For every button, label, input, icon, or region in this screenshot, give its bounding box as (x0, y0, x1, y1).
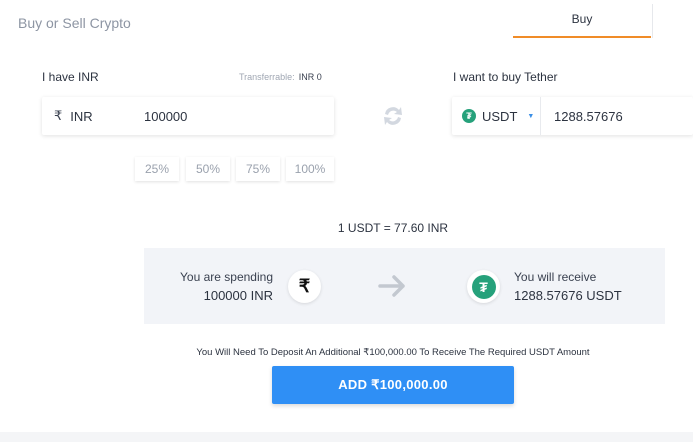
inr-currency-label: INR (70, 108, 93, 124)
spend-value: 100000 INR (203, 288, 273, 303)
percent-100-button[interactable]: 100% (286, 157, 334, 181)
rupee-icon: ₹ (54, 108, 63, 123)
percent-50-button[interactable]: 50% (186, 157, 230, 181)
order-summary: You are spending 100000 INR ₹ ₮ You will… (144, 248, 665, 324)
deposit-notice: You Will Need To Deposit An Additional ₹… (196, 347, 590, 358)
tether-icon: ₮ (462, 109, 476, 123)
buy-sell-card: Buy or Sell Crypto Buy I have INR Transf… (0, 0, 693, 432)
field-divider (540, 97, 541, 135)
tab-buy[interactable]: Buy (513, 4, 651, 38)
rupee-coin-icon: ₹ (288, 270, 321, 303)
arrow-right-icon (378, 275, 405, 297)
transferrable-info: Transferrable: INR 0 (239, 72, 322, 82)
percent-25-button[interactable]: 25% (135, 157, 179, 181)
tab-bar: Buy (513, 4, 693, 38)
inr-amount-field: ₹ INR (42, 97, 334, 135)
inr-amount-input[interactable] (144, 105, 324, 127)
inr-currency: ₹ INR (54, 97, 93, 135)
tether-coin-icon: ₮ (467, 270, 500, 303)
receive-label: You will receive (514, 270, 597, 284)
usdt-amount-field: ₮ USDT ▼ (452, 97, 693, 135)
transferrable-value: INR 0 (298, 72, 322, 82)
percent-75-button[interactable]: 75% (236, 157, 280, 181)
tab-divider (652, 4, 653, 38)
page-title: Buy or Sell Crypto (18, 15, 131, 31)
tether-coin-glyph: ₮ (471, 274, 496, 299)
caret-down-icon: ▼ (527, 112, 535, 120)
swap-icon[interactable] (380, 103, 406, 129)
spend-label: You are spending (180, 270, 273, 284)
have-label: I have INR (42, 70, 99, 84)
usdt-currency-select[interactable]: ₮ USDT ▼ (462, 97, 534, 135)
want-label: I want to buy Tether (453, 70, 558, 84)
exchange-rate: 1 USDT = 77.60 INR (337, 221, 449, 235)
add-funds-button[interactable]: ADD ₹100,000.00 (272, 366, 514, 404)
usdt-currency-label: USDT (482, 108, 518, 124)
transferrable-label: Transferrable: (239, 72, 295, 82)
receive-value: 1288.57676 USDT (514, 288, 622, 303)
usdt-amount-input[interactable] (554, 105, 684, 127)
